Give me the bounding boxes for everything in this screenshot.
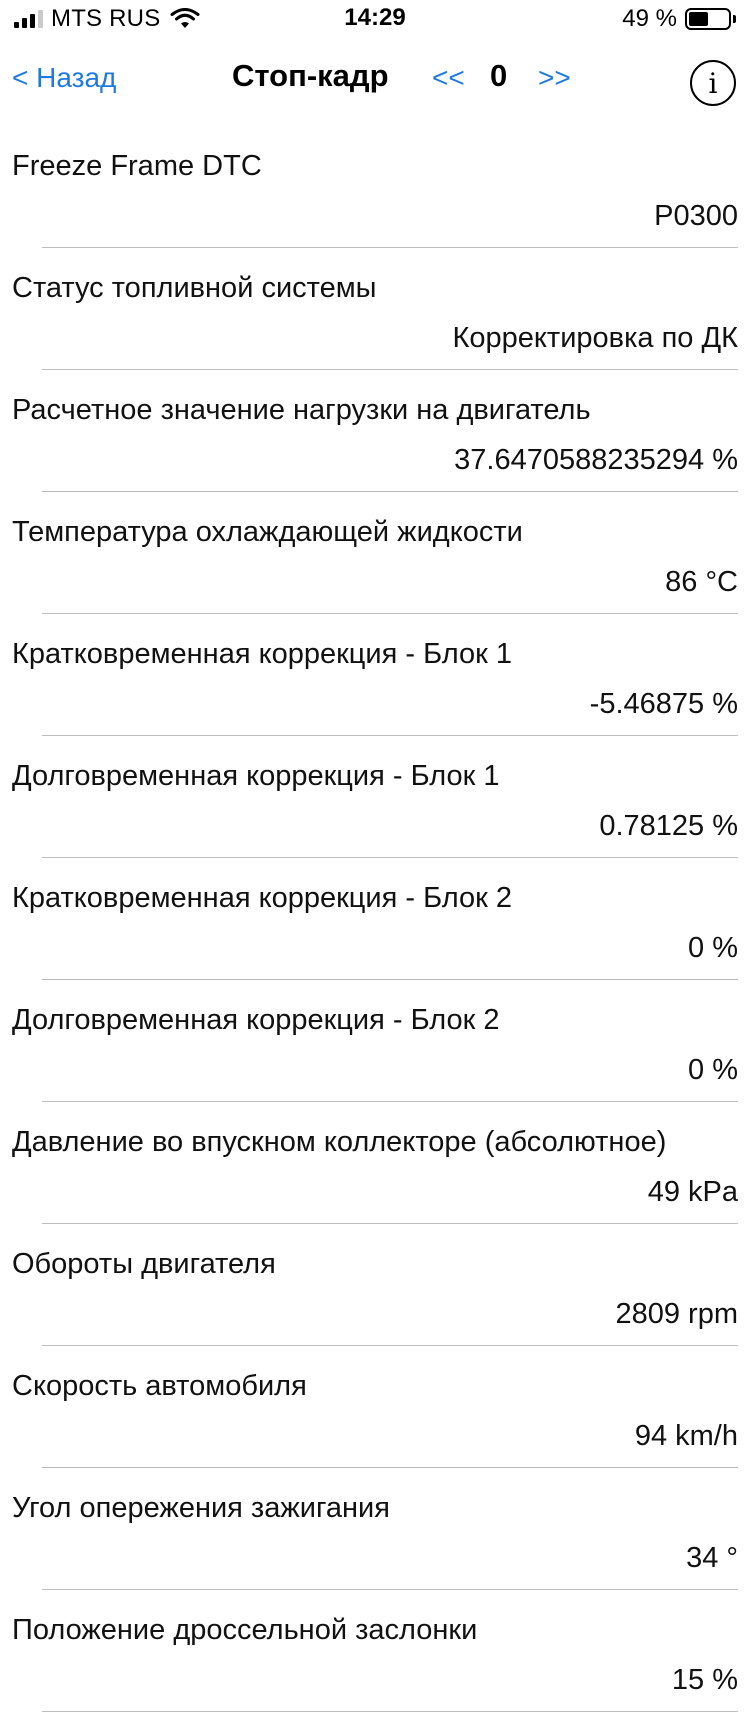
list-item: Кратковременная коррекция - Блок 2 0 % — [0, 858, 750, 980]
previous-frame-button[interactable]: << — [432, 62, 465, 94]
list-item: Положение дроссельной заслонки 15 % — [0, 1590, 750, 1712]
list-item: Скорость автомобиля 94 km/h — [0, 1346, 750, 1468]
parameter-value: 0 % — [688, 1054, 738, 1086]
list-item: Давление во впускном коллекторе (абсолют… — [0, 1102, 750, 1224]
battery-tip — [733, 15, 736, 23]
parameter-value: -5.46875 % — [589, 688, 738, 720]
parameter-value: Корректировка по ДК — [452, 322, 739, 354]
parameter-value: 2809 rpm — [615, 1298, 738, 1330]
parameter-value: 34 ° — [686, 1542, 738, 1574]
parameter-value: 0 % — [688, 932, 738, 964]
list-item: Freeze Frame DTC P0300 — [0, 126, 750, 248]
parameter-value: 15 % — [671, 1664, 738, 1696]
battery-percent: 49 % — [622, 5, 677, 32]
list-item: Обороты двигателя 2809 rpm — [0, 1224, 750, 1346]
parameter-label: Температура охлаждающей жидкости — [12, 516, 523, 548]
parameter-label: Обороты двигателя — [12, 1248, 276, 1280]
status-bar: MTS RUS 14:29 49 % — [0, 0, 750, 40]
parameter-label: Статус топливной системы — [12, 272, 377, 304]
parameter-value: P0300 — [654, 200, 738, 232]
parameter-label: Freeze Frame DTC — [12, 150, 262, 182]
parameter-label: Долговременная коррекция - Блок 1 — [12, 760, 500, 792]
info-button[interactable]: i — [690, 60, 736, 106]
next-frame-button[interactable]: >> — [538, 62, 571, 94]
list-item: Статус топливной системы Корректировка по… — [0, 248, 750, 370]
parameter-value: 94 km/h — [634, 1420, 738, 1452]
parameter-value: 37.6470588235294 % — [454, 444, 738, 476]
parameter-label: Угол опережения зажигания — [12, 1492, 390, 1524]
parameter-label: Давление во впускном коллекторе (абсолют… — [12, 1126, 667, 1158]
list-item: Расчетное значение нагрузки на двигатель… — [0, 370, 750, 492]
parameter-value: 49 kPa — [647, 1176, 738, 1208]
battery-icon — [685, 8, 731, 30]
parameter-label: Кратковременная коррекция - Блок 2 — [12, 882, 513, 914]
parameter-label: Расчетное значение нагрузки на двигатель — [12, 394, 591, 426]
list-item: Температура охлаждающей жидкости 86 °C — [0, 492, 750, 614]
parameter-value: 0.78125 % — [599, 810, 738, 842]
frame-index: 0 — [490, 58, 508, 93]
battery-fill — [689, 12, 708, 26]
status-bar-right: 49 % — [622, 5, 736, 32]
parameter-value: 86 °C — [665, 566, 738, 598]
page-title: Стоп-кадр — [232, 58, 389, 93]
parameter-label: Кратковременная коррекция - Блок 1 — [12, 638, 513, 670]
parameter-label: Долговременная коррекция - Блок 2 — [12, 1004, 500, 1036]
parameter-label: Скорость автомобиля — [12, 1370, 307, 1402]
back-button[interactable]: < Назад — [12, 62, 116, 94]
list-item: Угол опережения зажигания 34 ° — [0, 1468, 750, 1590]
navigation-bar: < Назад Стоп-кадр << 0 >> i — [0, 40, 750, 126]
freeze-frame-list[interactable]: Freeze Frame DTC P0300 Статус топливной с… — [0, 126, 750, 1712]
list-item: Кратковременная коррекция - Блок 1 -5.468… — [0, 614, 750, 736]
list-item: Долговременная коррекция - Блок 1 0.78125… — [0, 736, 750, 858]
parameter-label: Положение дроссельной заслонки — [12, 1614, 478, 1646]
list-item: Долговременная коррекция - Блок 2 0 % — [0, 980, 750, 1102]
info-icon: i — [708, 66, 718, 100]
